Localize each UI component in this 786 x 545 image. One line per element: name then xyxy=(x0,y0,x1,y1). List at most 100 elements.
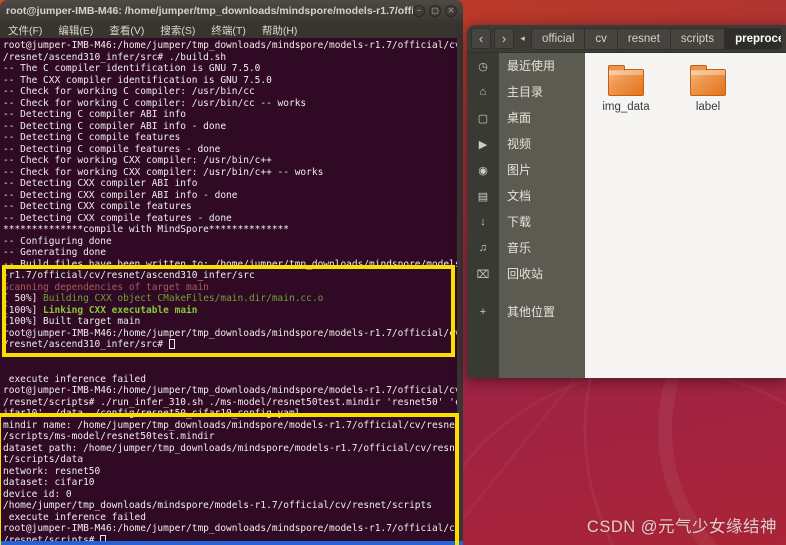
terminal-text: -- Detecting CXX compiler ABI info xyxy=(3,178,198,189)
terminal-text: root@jumper-IMB-M46:/home/jumper/tmp_dow… xyxy=(3,327,461,339)
trash-icon: ⌧ xyxy=(476,268,490,281)
terminal-text: [100%] Built target main xyxy=(3,316,141,327)
folder-img_data[interactable]: img_data xyxy=(597,63,655,113)
sidebar-item-音乐[interactable]: 音乐 xyxy=(499,235,585,261)
breadcrumb-resnet[interactable]: resnet xyxy=(617,28,671,49)
sidebar: 最近使用 主目录桌面视频 图片文档下载 音乐 回收站其他位置 xyxy=(499,53,585,378)
terminal-menubar: 文件(F) 编辑(E) 查看(V) 搜索(S) 终端(T) 帮助(H) xyxy=(0,22,463,38)
sidebar-item-桌面[interactable]: 桌面 xyxy=(499,105,585,131)
sidebar-item-其他位置[interactable]: 其他位置 xyxy=(499,299,585,325)
sidebar-item-视频[interactable]: 视频 xyxy=(499,131,585,157)
breadcrumb-scroll-left-icon[interactable]: ◂ xyxy=(517,33,528,44)
terminal-text: -- Detecting CXX compile features xyxy=(3,201,192,212)
sidebar-icon-row: ♫ xyxy=(467,235,499,261)
terminal-text: execute inference failed xyxy=(3,511,146,523)
sidebar-item-回收站[interactable]: 回收站 xyxy=(499,261,585,287)
terminal-text: root@jumper-IMB-M46:/home/jumper/tmp_dow… xyxy=(3,523,461,534)
terminal-text: -- Check for working C compiler: /usr/bi… xyxy=(3,97,307,109)
maximize-button[interactable]: ▢ xyxy=(429,5,441,17)
back-button[interactable]: ‹ xyxy=(471,28,492,49)
forward-button[interactable]: › xyxy=(494,28,515,49)
breadcrumb-preprocess_Result[interactable]: preprocess_Result xyxy=(725,28,782,49)
menu-item[interactable]: 帮助(H) xyxy=(254,23,306,38)
bottom-window-edge xyxy=(0,541,463,545)
terminal-line: -- The CXX compiler identification is GN… xyxy=(3,75,459,87)
terminal-text: t/scripts/data xyxy=(3,454,84,465)
terminal-text: -- Generating done xyxy=(3,247,106,258)
menu-item[interactable]: 搜索(S) xyxy=(152,23,203,38)
terminal-text: -- Detecting C compiler ABI info - done xyxy=(3,120,227,132)
sidebar-icon-row: ▶ xyxy=(467,131,499,157)
close-button[interactable]: ✕ xyxy=(445,5,457,17)
folder-icon: ▢ xyxy=(477,112,489,125)
terminal-line: -- Configuring done xyxy=(3,236,459,248)
music-icon: ♫ xyxy=(478,242,488,254)
camera-icon: ◉ xyxy=(478,164,488,177)
breadcrumb: officialcvresnetscriptspreprocess_Result xyxy=(531,27,782,50)
sidebar-item-文档[interactable]: 文档 xyxy=(499,183,585,209)
terminal-output: root@jumper-IMB-M46:/home/jumper/tmp_dow… xyxy=(3,40,461,545)
download-icon: ↓ xyxy=(480,216,486,228)
breadcrumb-official[interactable]: official xyxy=(532,28,586,49)
sidebar-item-label: 其他位置 xyxy=(507,305,556,319)
menu-item[interactable]: 编辑(E) xyxy=(50,23,101,38)
terminal-line: execute inference failed xyxy=(3,374,459,386)
terminal-line: root@jumper-IMB-M46:/home/jumper/tmp_dow… xyxy=(3,523,461,535)
sidebar-item-最近使用[interactable]: 最近使用 xyxy=(499,53,585,79)
menu-item[interactable]: 文件(F) xyxy=(0,23,50,38)
terminal-body[interactable]: root@jumper-IMB-M46:/home/jumper/tmp_dow… xyxy=(0,38,463,545)
terminal-text: -- Build files have been written to: /ho… xyxy=(3,258,461,270)
terminal-line: -- Build files have been written to: /ho… xyxy=(3,258,461,271)
terminal-text: -- Detecting CXX compiler ABI info - don… xyxy=(3,189,238,201)
terminal-line: -- Detecting CXX compiler ABI info xyxy=(3,178,459,190)
folder-label[interactable]: label xyxy=(679,63,737,113)
terminal-scrollbar[interactable] xyxy=(457,38,463,545)
terminal-text: -r1.7/official/cv/resnet/ascend310_infer… xyxy=(3,270,255,281)
menu-item[interactable]: 查看(V) xyxy=(101,23,152,38)
home-icon: ⌂ xyxy=(479,86,487,98)
sidebar-icon-row: ◉ xyxy=(467,157,499,183)
terminal-line: -- Generating done xyxy=(3,247,459,259)
menu-item[interactable]: 终端(T) xyxy=(203,23,253,38)
terminal-text: -- The C compiler identification is GNU … xyxy=(3,63,261,74)
sidebar-item-主目录[interactable]: 主目录 xyxy=(499,79,585,105)
terminal-titlebar[interactable]: root@jumper-IMB-M46: /home/jumper/tmp_do… xyxy=(0,0,463,22)
sidebar-item-图片[interactable]: 图片 xyxy=(499,157,585,183)
video-icon: ▶ xyxy=(478,138,488,151)
terminal-text: -- Configuring done xyxy=(3,235,112,247)
terminal-line: device id: 0 xyxy=(3,489,459,501)
terminal-text: /resnet/scripts# ./run_infer_310.sh ./ms… xyxy=(3,396,461,408)
sidebar-icon-gutter: ◷ ⌂ ▢ ▶ ◉ ▤ ↓ ♫ ⌧ + xyxy=(467,53,499,378)
terminal-line: /resnet/ascend310_infer/src# xyxy=(3,339,459,351)
terminal-line: ifar10' ./data ./config/resnet50_cifar10… xyxy=(3,408,459,420)
breadcrumb-scripts[interactable]: scripts xyxy=(670,28,726,49)
clock-icon: ◷ xyxy=(478,60,488,73)
terminal-text: execute inference failed xyxy=(3,373,146,385)
sidebar-icon-row: ▢ xyxy=(467,105,499,131)
terminal-line: [100%] Built target main xyxy=(3,316,459,328)
folder-icon xyxy=(608,65,644,96)
terminal-line: -r1.7/official/cv/resnet/ascend310_infer… xyxy=(3,270,459,282)
terminal-text: network: resnet50 xyxy=(3,465,101,477)
file-list-area[interactable]: img_data label xyxy=(585,53,786,378)
file-manager-toolbar: ‹ › ◂ officialcvresnetscriptspreprocess_… xyxy=(467,25,786,53)
terminal-window-title: root@jumper-IMB-M46: /home/jumper/tmp_do… xyxy=(6,5,413,17)
breadcrumb-cv[interactable]: cv xyxy=(585,28,618,49)
minimize-button[interactable]: − xyxy=(413,5,425,17)
terminal-text: [100%] xyxy=(3,304,44,316)
terminal-line: dataset: cifar10 xyxy=(3,477,459,489)
terminal-text: mindir name: /home/jumper/tmp_downloads/… xyxy=(3,419,461,431)
sidebar-icon-row: ↓ xyxy=(467,209,499,235)
sidebar-item-下载[interactable]: 下载 xyxy=(499,209,585,235)
sidebar-item-label: 桌面 xyxy=(507,111,532,125)
terminal-text: /resnet/ascend310_infer/src# ./build.sh xyxy=(3,51,227,63)
terminal-line: -- Check for working C compiler: /usr/bi… xyxy=(3,98,459,110)
terminal-line: root@jumper-IMB-M46:/home/jumper/tmp_dow… xyxy=(3,327,461,340)
terminal-text: **************compile with MindSpore****… xyxy=(3,224,289,235)
terminal-line: t/scripts/data xyxy=(3,454,459,466)
terminal-line: -- Detecting CXX compile features xyxy=(3,201,459,213)
terminal-line: -- Detecting C compile features - done xyxy=(3,144,459,156)
sidebar-item-label: 文档 xyxy=(507,189,532,203)
